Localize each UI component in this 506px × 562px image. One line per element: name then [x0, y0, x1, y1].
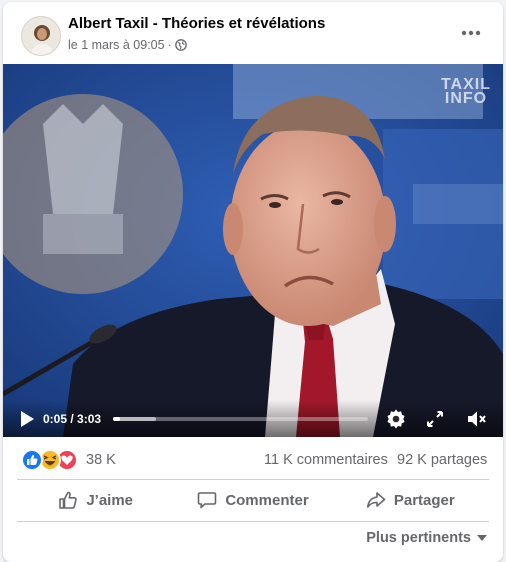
page-name-link[interactable]: Albert Taxil - Théories et révélations — [68, 15, 325, 32]
post-card: Albert Taxil - Théories et révélations l… — [3, 2, 503, 562]
comment-label: Commenter — [225, 491, 309, 509]
video-frame — [3, 64, 503, 437]
play-button[interactable] — [17, 409, 37, 429]
volume-muted-icon — [468, 411, 486, 427]
video-progress-fill — [113, 417, 120, 421]
more-options-button[interactable] — [453, 18, 489, 48]
play-icon — [21, 411, 34, 427]
more-dots-icon — [461, 30, 481, 36]
shares-count-link[interactable]: 92 K partages — [397, 452, 487, 468]
video-player[interactable]: TAXIL INFO 0:05 / 3:03 — [3, 64, 503, 437]
meta-separator: · — [167, 38, 172, 52]
like-label: J’aime — [86, 491, 134, 509]
video-progress-bar[interactable] — [113, 417, 368, 421]
watermark-line-2: INFO — [444, 90, 488, 107]
thumbs-up-icon — [59, 491, 78, 509]
caret-down-icon — [477, 535, 487, 541]
comment-button[interactable]: Commenter — [174, 480, 331, 520]
video-time: 0:05 / 3:03 — [43, 412, 102, 426]
volume-button[interactable] — [465, 408, 487, 430]
reaction-icons[interactable] — [21, 449, 79, 471]
post-meta: le 1 mars à 09:05 · — [68, 38, 187, 52]
like-button[interactable]: J’aime — [17, 480, 174, 520]
divider-bottom — [17, 521, 489, 522]
sort-label: Plus pertinents — [366, 530, 471, 546]
comment-bubble-icon — [198, 492, 217, 509]
share-button[interactable]: Partager — [332, 480, 489, 520]
post-date[interactable]: le 1 mars à 09:05 — [68, 38, 165, 52]
post-actions: J’aime Commenter Partager — [17, 480, 489, 520]
like-reaction-icon — [21, 449, 43, 471]
comment-sort-dropdown[interactable]: Plus pertinents — [366, 530, 487, 546]
reactions-bar: 38 K 11 K commentaires 92 K partages — [3, 447, 503, 473]
post-header: Albert Taxil - Théories et révélations l… — [3, 2, 503, 64]
page-avatar[interactable] — [21, 16, 61, 56]
globe-icon — [174, 39, 187, 51]
reactions-count[interactable]: 38 K — [86, 452, 116, 468]
settings-gear-icon — [387, 409, 405, 429]
settings-button[interactable] — [385, 408, 407, 430]
video-controls-bar: 0:05 / 3:03 — [3, 400, 503, 437]
fullscreen-icon — [427, 411, 443, 427]
comments-count-link[interactable]: 11 K commentaires — [264, 452, 388, 468]
fullscreen-button[interactable] — [424, 408, 446, 430]
share-arrow-icon — [366, 492, 386, 508]
share-label: Partager — [393, 491, 455, 509]
video-watermark: TAXIL INFO — [441, 77, 491, 107]
